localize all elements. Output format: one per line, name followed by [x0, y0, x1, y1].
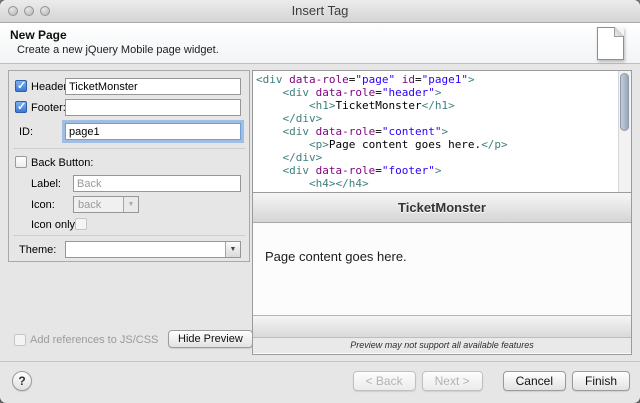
add-references-checkbox[interactable]: [14, 334, 26, 346]
window-title: Insert Tag: [0, 0, 640, 22]
icon-combo-arrow-icon[interactable]: ▼: [123, 197, 138, 212]
scrollbar-thumb[interactable]: [620, 73, 629, 131]
footer-label: Footer:: [31, 102, 66, 114]
code-line: </div>: [256, 190, 618, 192]
id-label: ID:: [19, 126, 33, 138]
traffic-lights: [8, 6, 50, 16]
finish-button[interactable]: Finish: [572, 371, 630, 391]
next-button[interactable]: Next >: [422, 371, 483, 391]
code-line: <div data-role="content">: [256, 125, 618, 138]
insert-tag-dialog: Insert Tag New Page Create a new jQuery …: [0, 0, 640, 403]
header-checkbox[interactable]: [15, 80, 27, 92]
minimize-button[interactable]: [24, 6, 34, 16]
back-button-checkbox[interactable]: [15, 156, 27, 168]
header-input[interactable]: [65, 78, 241, 95]
id-input[interactable]: [65, 123, 241, 140]
dialog-buttons: < Back Next > Cancel Finish: [353, 371, 630, 391]
theme-label: Theme:: [19, 244, 56, 256]
preview-note: Preview may not support all available fe…: [253, 337, 631, 353]
back-button[interactable]: < Back: [353, 371, 416, 391]
icon-label: Icon:: [31, 199, 55, 211]
form-group: Header: Footer: ID: Back Button: Label: …: [8, 70, 250, 262]
footer-checkbox[interactable]: [15, 101, 27, 113]
code-line: </div>: [256, 151, 618, 164]
code-line: </div>: [256, 112, 618, 125]
code-line: <div data-role="page" id="page1">: [256, 73, 618, 86]
icon-only-label: Icon only:: [31, 219, 78, 231]
back-label-input[interactable]: [73, 175, 241, 192]
add-references-label: Add references to JS/CSS: [30, 334, 158, 346]
page-subtitle: Create a new jQuery Mobile page widget.: [17, 44, 219, 56]
separator: [0, 361, 640, 362]
code-scrollbar[interactable]: [618, 71, 631, 192]
separator: [13, 235, 245, 236]
wizard-header: New Page Create a new jQuery Mobile page…: [0, 23, 640, 64]
zoom-button[interactable]: [40, 6, 50, 16]
preview-page-header: TicketMonster: [253, 193, 631, 223]
code-line: <div data-role="header">: [256, 86, 618, 99]
preview-panel: TicketMonster Page content goes here. Pr…: [252, 193, 632, 355]
code-line: <h4></h4>: [256, 177, 618, 190]
close-button[interactable]: [8, 6, 18, 16]
page-title: New Page: [10, 28, 67, 42]
preview-page-content: Page content goes here.: [253, 223, 631, 315]
label-label: Label:: [31, 178, 61, 190]
icon-only-checkbox[interactable]: [75, 218, 87, 230]
back-button-label: Back Button:: [31, 157, 93, 169]
preview-page-footer: [253, 315, 631, 337]
code-line: <div data-role="footer">: [256, 164, 618, 177]
help-button[interactable]: ?: [12, 371, 32, 391]
code-line: <p>Page content goes here.</p>: [256, 138, 618, 151]
titlebar: Insert Tag: [0, 0, 640, 23]
theme-combo[interactable]: ▼: [65, 241, 241, 258]
footer-input[interactable]: [65, 99, 241, 116]
code-lines: <div data-role="page" id="page1"> <div d…: [256, 73, 618, 192]
new-page-icon: [597, 27, 624, 60]
icon-combo-value: back: [78, 199, 101, 211]
code-line: <h1>TicketMonster</h1>: [256, 99, 618, 112]
separator: [13, 148, 245, 149]
theme-combo-arrow-icon[interactable]: ▼: [225, 242, 240, 257]
cancel-button[interactable]: Cancel: [503, 371, 566, 391]
hide-preview-button[interactable]: Hide Preview: [168, 330, 253, 348]
icon-combo[interactable]: back ▼: [73, 196, 139, 213]
code-editor[interactable]: <div data-role="page" id="page1"> <div d…: [252, 70, 632, 193]
